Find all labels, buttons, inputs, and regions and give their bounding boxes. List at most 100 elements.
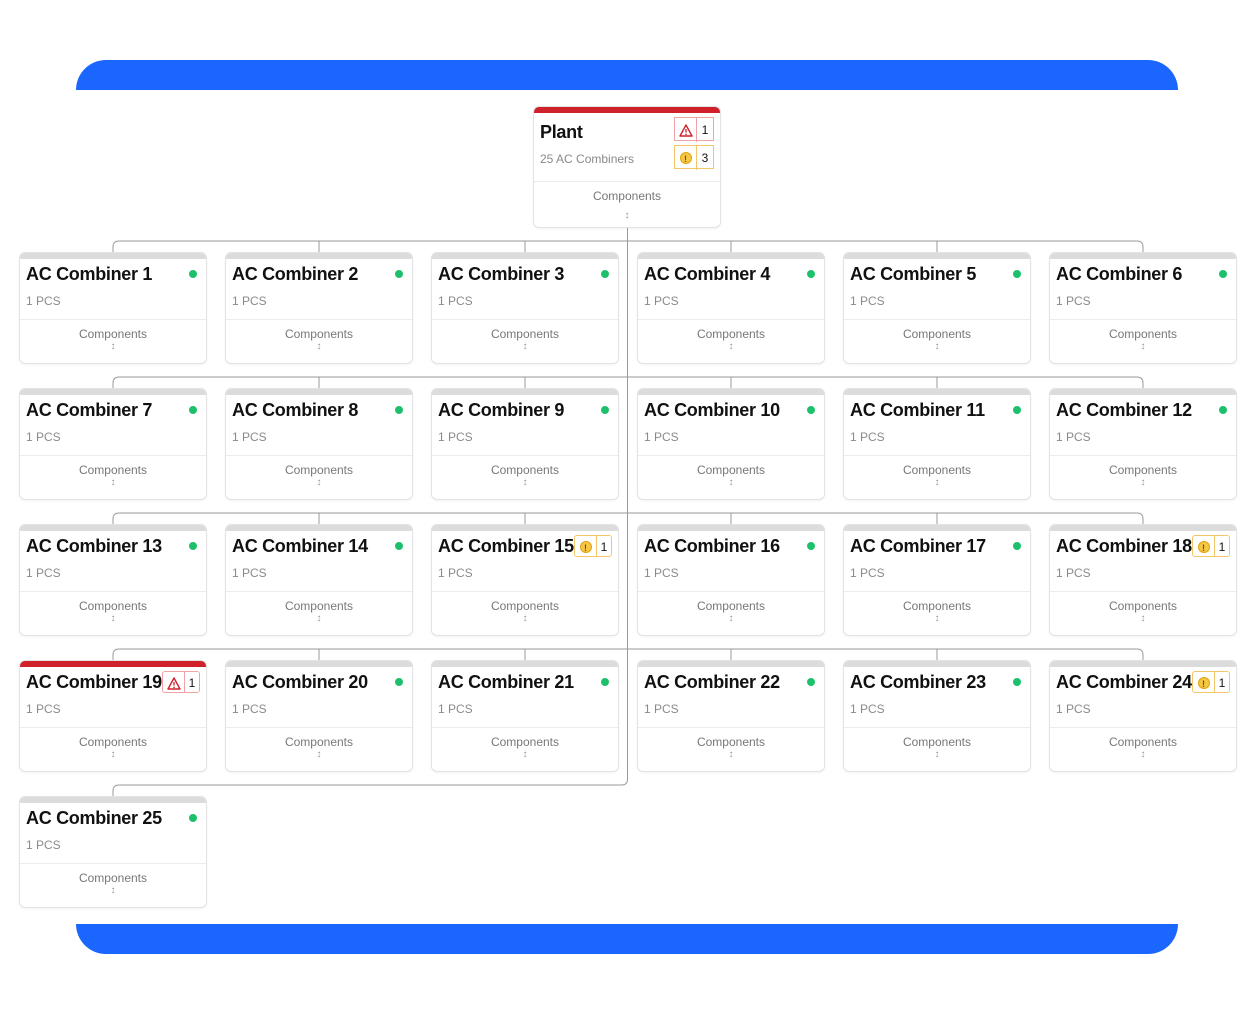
alert-count: 1 [1215, 536, 1229, 556]
components-toggle[interactable]: Components [432, 735, 618, 749]
expand-arrows-icon[interactable]: ↕ [20, 886, 206, 896]
warning-badge[interactable]: ! 1 [1192, 671, 1230, 693]
components-toggle[interactable]: Components [1050, 735, 1236, 749]
expand-arrows-icon[interactable]: ↕ [432, 750, 618, 760]
components-toggle[interactable]: Components [20, 871, 206, 885]
expand-arrows-icon[interactable]: ↕ [638, 614, 824, 624]
combiner-card[interactable]: AC Combiner 8 1 PCS Components ↕ [225, 388, 413, 500]
expand-arrows-icon[interactable]: ↕ [844, 342, 1030, 352]
status-bar [638, 253, 824, 259]
components-toggle[interactable]: Components [226, 327, 412, 341]
expand-arrows-icon[interactable]: ↕ [20, 342, 206, 352]
expand-arrows-icon[interactable]: ↕ [226, 614, 412, 624]
components-toggle[interactable]: Components [226, 599, 412, 613]
combiner-title: AC Combiner 11 [850, 400, 985, 420]
expand-arrows-icon[interactable]: ↕ [20, 750, 206, 760]
expand-arrows-icon[interactable]: ↕ [638, 750, 824, 760]
warning-badge[interactable]: ! 1 [574, 535, 612, 557]
components-toggle[interactable]: Components [20, 599, 206, 613]
components-toggle[interactable]: Components [844, 327, 1030, 341]
status-dot-icon [601, 678, 609, 686]
expand-arrows-icon[interactable]: ↕ [226, 478, 412, 488]
combiner-card[interactable]: AC Combiner 13 1 PCS Components ↕ [19, 524, 207, 636]
components-toggle[interactable]: Components [638, 463, 824, 477]
components-toggle[interactable]: Components [20, 327, 206, 341]
components-toggle[interactable]: Components [638, 327, 824, 341]
components-toggle[interactable]: Components [432, 327, 618, 341]
expand-arrows-icon[interactable]: ↕ [226, 342, 412, 352]
divider [1050, 455, 1236, 456]
divider [432, 727, 618, 728]
expand-arrows-icon[interactable]: ↕ [1050, 342, 1236, 352]
warning-badge[interactable]: ! 1 [1192, 535, 1230, 557]
combiner-card[interactable]: AC Combiner 3 1 PCS Components ↕ [431, 252, 619, 364]
error-badge[interactable]: 1 [674, 117, 714, 142]
components-toggle[interactable]: Components [1050, 463, 1236, 477]
components-toggle[interactable]: Components [226, 735, 412, 749]
components-toggle[interactable]: Components [1050, 599, 1236, 613]
components-toggle[interactable]: Components [432, 463, 618, 477]
combiner-quantity: 1 PCS [232, 430, 267, 444]
components-toggle[interactable]: Components [20, 463, 206, 477]
status-bar [432, 661, 618, 667]
expand-arrows-icon[interactable]: ↕ [534, 211, 720, 221]
components-toggle[interactable]: Components [844, 599, 1030, 613]
components-toggle[interactable]: Components [844, 463, 1030, 477]
error-badge[interactable]: 1 [162, 671, 200, 693]
expand-arrows-icon[interactable]: ↕ [20, 614, 206, 624]
expand-arrows-icon[interactable]: ↕ [1050, 614, 1236, 624]
components-toggle[interactable]: Components [638, 735, 824, 749]
expand-arrows-icon[interactable]: ↕ [638, 478, 824, 488]
plant-card[interactable]: Plant 25 AC Combiners 1 ! 3 Components ↕ [533, 106, 721, 228]
combiner-card[interactable]: AC Combiner 15! 1 1 PCS Components ↕ [431, 524, 619, 636]
combiner-card[interactable]: AC Combiner 2 1 PCS Components ↕ [225, 252, 413, 364]
combiner-card[interactable]: AC Combiner 6 1 PCS Components ↕ [1049, 252, 1237, 364]
components-toggle[interactable]: Components [844, 735, 1030, 749]
combiner-card[interactable]: AC Combiner 10 1 PCS Components ↕ [637, 388, 825, 500]
combiner-card[interactable]: AC Combiner 7 1 PCS Components ↕ [19, 388, 207, 500]
expand-arrows-icon[interactable]: ↕ [432, 342, 618, 352]
components-toggle[interactable]: Components [20, 735, 206, 749]
combiner-card[interactable]: AC Combiner 25 1 PCS Components ↕ [19, 796, 207, 908]
expand-arrows-icon[interactable]: ↕ [844, 750, 1030, 760]
combiner-quantity: 1 PCS [850, 566, 885, 580]
combiner-card[interactable]: AC Combiner 22 1 PCS Components ↕ [637, 660, 825, 772]
combiner-card[interactable]: AC Combiner 18! 1 1 PCS Components ↕ [1049, 524, 1237, 636]
expand-arrows-icon[interactable]: ↕ [844, 614, 1030, 624]
combiner-card[interactable]: AC Combiner 24! 1 1 PCS Components ↕ [1049, 660, 1237, 772]
combiner-card[interactable]: AC Combiner 23 1 PCS Components ↕ [843, 660, 1031, 772]
warning-badge[interactable]: ! 3 [674, 145, 714, 170]
divider [844, 727, 1030, 728]
components-toggle[interactable]: Components [1050, 327, 1236, 341]
combiner-card[interactable]: AC Combiner 19 1 1 PCS Components ↕ [19, 660, 207, 772]
components-toggle[interactable]: Components [534, 189, 720, 203]
expand-arrows-icon[interactable]: ↕ [1050, 478, 1236, 488]
combiner-card[interactable]: AC Combiner 16 1 PCS Components ↕ [637, 524, 825, 636]
components-toggle[interactable]: Components [432, 599, 618, 613]
combiner-card[interactable]: AC Combiner 1 1 PCS Components ↕ [19, 252, 207, 364]
components-toggle[interactable]: Components [226, 463, 412, 477]
expand-arrows-icon[interactable]: ↕ [1050, 750, 1236, 760]
connector-line [112, 648, 1144, 660]
combiner-card[interactable]: AC Combiner 5 1 PCS Components ↕ [843, 252, 1031, 364]
combiner-card[interactable]: AC Combiner 14 1 PCS Components ↕ [225, 524, 413, 636]
combiner-card[interactable]: AC Combiner 17 1 PCS Components ↕ [843, 524, 1031, 636]
expand-arrows-icon[interactable]: ↕ [432, 614, 618, 624]
combiner-quantity: 1 PCS [438, 566, 473, 580]
alert-count: 1 [1215, 672, 1229, 692]
combiner-title: AC Combiner 12 [1056, 400, 1192, 420]
expand-arrows-icon[interactable]: ↕ [20, 478, 206, 488]
combiner-card[interactable]: AC Combiner 9 1 PCS Components ↕ [431, 388, 619, 500]
status-bar [226, 389, 412, 395]
combiner-card[interactable]: AC Combiner 20 1 PCS Components ↕ [225, 660, 413, 772]
expand-arrows-icon[interactable]: ↕ [226, 750, 412, 760]
expand-arrows-icon[interactable]: ↕ [432, 478, 618, 488]
combiner-card[interactable]: AC Combiner 4 1 PCS Components ↕ [637, 252, 825, 364]
expand-arrows-icon[interactable]: ↕ [638, 342, 824, 352]
expand-arrows-icon[interactable]: ↕ [844, 478, 1030, 488]
combiner-card[interactable]: AC Combiner 21 1 PCS Components ↕ [431, 660, 619, 772]
divider [432, 455, 618, 456]
combiner-card[interactable]: AC Combiner 12 1 PCS Components ↕ [1049, 388, 1237, 500]
combiner-card[interactable]: AC Combiner 11 1 PCS Components ↕ [843, 388, 1031, 500]
components-toggle[interactable]: Components [638, 599, 824, 613]
